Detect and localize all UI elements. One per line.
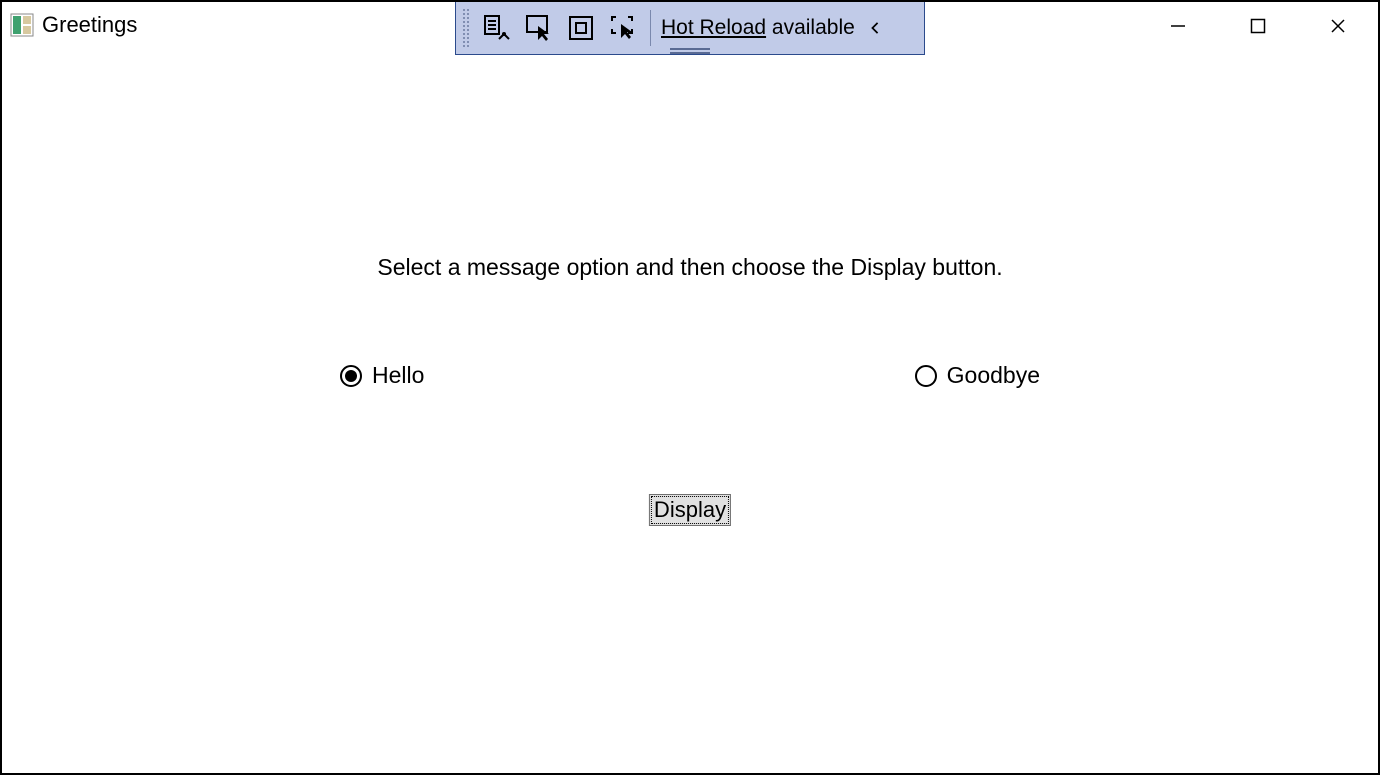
layout-adorners-icon xyxy=(566,13,596,43)
radio-goodbye[interactable]: Goodbye xyxy=(915,362,1040,389)
toolbar-grip-icon[interactable] xyxy=(462,8,470,48)
maximize-button[interactable] xyxy=(1218,2,1298,50)
minimize-icon xyxy=(1169,17,1187,35)
visual-tree-icon xyxy=(482,13,512,43)
hot-reload-link[interactable]: Hot Reload available xyxy=(661,16,855,40)
layout-adorners-button[interactable] xyxy=(560,7,602,49)
hot-reload-label-rest: available xyxy=(766,16,855,39)
app-window: Greetings xyxy=(0,0,1380,775)
maximize-icon xyxy=(1250,18,1266,34)
radio-hello-indicator-icon xyxy=(340,365,362,387)
minimize-button[interactable] xyxy=(1138,2,1218,50)
toolbar-separator xyxy=(650,10,651,46)
select-element-button[interactable] xyxy=(518,7,560,49)
toolbar-collapse-button[interactable] xyxy=(863,7,887,49)
app-icon xyxy=(10,13,34,37)
close-icon xyxy=(1329,17,1347,35)
track-focus-button[interactable] xyxy=(602,7,644,49)
window-controls xyxy=(1138,2,1378,50)
selection-icon xyxy=(524,13,554,43)
track-focus-icon xyxy=(608,13,638,43)
radio-hello-label: Hello xyxy=(372,362,424,389)
window-title: Greetings xyxy=(42,12,137,38)
debug-toolbar[interactable]: Hot Reload available xyxy=(455,2,925,55)
live-visual-tree-button[interactable] xyxy=(476,7,518,49)
close-button[interactable] xyxy=(1298,2,1378,50)
instruction-text: Select a message option and then choose … xyxy=(2,254,1378,281)
chevron-left-icon xyxy=(869,18,881,38)
title-area: Greetings xyxy=(10,12,137,38)
hot-reload-label-underline: Hot Reload xyxy=(661,16,766,39)
radio-group: Hello Goodbye xyxy=(2,362,1378,389)
radio-goodbye-label: Goodbye xyxy=(947,362,1040,389)
radio-goodbye-indicator-icon xyxy=(915,365,937,387)
radio-hello[interactable]: Hello xyxy=(340,362,424,389)
client-area: Select a message option and then choose … xyxy=(2,54,1378,773)
display-button[interactable]: Display xyxy=(649,494,731,526)
